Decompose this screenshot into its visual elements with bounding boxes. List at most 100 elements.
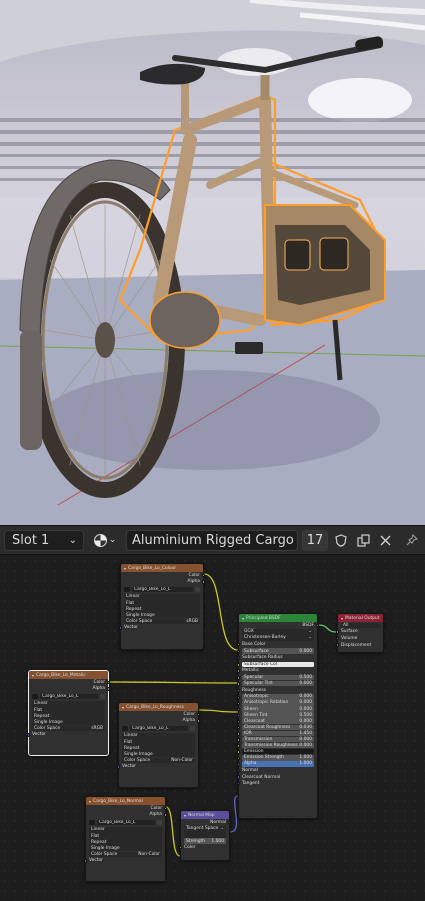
input-socket[interactable] [237,695,241,700]
space-dropdown[interactable]: Tangent Space ⌄ [184,826,226,832]
bsdf-input-row[interactable]: Sheen 0.000 [237,706,314,712]
projection-dropdown[interactable]: Flat [124,600,200,606]
image-selector[interactable]: Cargo_Bike_Lo_L [122,725,195,732]
bsdf-input-row[interactable]: Clearcoat 0.000 [237,718,314,724]
input-socket[interactable] [237,669,241,673]
image-texture-node-roughness[interactable]: ▾ Cargo_Bike_Lo_Roughness Color Alpha Ca… [117,702,200,788]
projection-dropdown[interactable]: Flat [89,833,162,839]
output-socket[interactable] [196,719,200,723]
node-header[interactable]: ▾ Normal Map [181,811,229,819]
collapse-arrow-icon[interactable]: ▾ [124,566,126,571]
output-socket[interactable] [163,813,167,817]
image-selector[interactable]: Cargo_Bike_Lo_L [124,586,200,593]
input-socket[interactable] [237,720,241,724]
color-space-dropdown[interactable]: Color Space sRGB [32,725,105,732]
browse-material-button[interactable]: ⌄ [88,529,122,551]
image-selector[interactable]: Cargo_Bike_Lo_L [32,693,105,700]
interpolation-dropdown[interactable]: Linear [122,733,195,739]
folder-icon[interactable] [157,819,162,826]
input-socket[interactable] [336,636,340,641]
input-socket[interactable] [237,713,241,718]
collapse-arrow-icon[interactable]: ▾ [242,616,244,621]
bsdf-input-row[interactable]: Subsurface 0.000 [237,648,314,654]
target-dropdown[interactable]: All [341,622,380,629]
bsdf-input-row[interactable]: Clearcoat Roughness 0.030 [237,724,314,731]
collapse-arrow-icon[interactable]: ▾ [122,705,124,710]
input-socket[interactable] [237,663,241,667]
input-socket[interactable] [179,845,183,850]
node-header[interactable]: ▾ Principled BSDF [239,614,317,622]
image-texture-node-metalic[interactable]: ▾ Cargo_Bike_Lo_Metalic Color Alpha Carg… [27,670,110,756]
bsdf-input-row[interactable]: Emission Strength 1.000 [237,754,314,761]
output-socket[interactable] [163,806,167,810]
input-socket[interactable] [237,738,241,742]
principled-bsdf-node[interactable]: ▾ Principled BSDF BSDF GGX ⌄ Christensen-… [237,613,319,819]
collapse-arrow-icon[interactable]: ▾ [89,799,91,804]
input-socket[interactable] [237,775,241,779]
color-space-dropdown[interactable]: Color Space Non-Color [122,757,195,764]
input-socket[interactable] [237,682,241,686]
bsdf-input-row[interactable]: Clearcoat Normal [237,774,317,781]
output-socket[interactable] [315,623,319,627]
input-socket[interactable] [237,642,241,647]
image-texture-node-normal[interactable]: ▾ Cargo_Bike_Lo_Normal Color Alpha Cargo… [84,796,167,882]
output-socket[interactable] [106,680,110,684]
duplicate-material-button[interactable] [354,530,372,551]
bsdf-input-row[interactable]: Transmission Roughness 0.000 [237,742,314,749]
pin-button[interactable] [403,530,421,551]
collapse-arrow-icon[interactable]: ▾ [184,813,186,818]
bsdf-input-row[interactable]: Tangent [237,780,317,787]
output-socket[interactable] [201,573,205,577]
bsdf-input-row[interactable]: Metallic [237,668,317,675]
subsurface-method-dropdown[interactable]: Christensen-Burley ⌄ [242,635,314,641]
input-socket[interactable] [237,726,241,730]
material-output-node[interactable]: ▾ Material Output All Surface Volume Dis… [336,613,384,653]
projection-dropdown[interactable]: Flat [32,707,105,713]
strength-field[interactable]: Strength 1.000 [184,838,226,844]
shader-node-editor[interactable]: ▾ Cargo_Bike_Lo_Colour Color Alpha Cargo… [0,556,425,901]
color-space-dropdown[interactable]: Color Space sRGB [124,618,200,625]
input-socket[interactable] [237,781,241,786]
bsdf-input-row[interactable]: Emission [237,748,314,755]
input-socket[interactable] [237,707,241,712]
node-header[interactable]: ▾ Cargo_Bike_Lo_Normal [86,797,165,805]
extension-dropdown[interactable]: Repeat [122,745,195,751]
bsdf-input-row[interactable]: Anisotropic Rotation 0.000 [237,700,314,706]
input-socket[interactable] [336,643,340,647]
source-dropdown[interactable]: Single Image [32,719,105,726]
extension-dropdown[interactable]: Repeat [32,713,105,719]
bsdf-input-row[interactable]: Roughness [237,687,317,694]
user-count-button[interactable]: 17 [302,529,328,551]
input-socket[interactable] [237,701,241,706]
slot-dropdown[interactable]: Slot 1 ⌄ [4,529,84,551]
bsdf-input-row[interactable]: Transmission 0.000 [237,736,314,743]
material-name-field[interactable]: Aluminium Rigged Cargo Bike [126,529,298,551]
image-selector[interactable]: Cargo_Bike_Lo_L [89,819,162,826]
bsdf-input-row[interactable]: Base Color [237,641,317,648]
interpolation-dropdown[interactable]: Linear [124,594,200,600]
input-socket[interactable] [237,762,241,767]
input-socket[interactable] [84,859,88,863]
input-socket[interactable] [336,630,340,634]
node-header[interactable]: ▾ Cargo_Bike_Lo_Roughness [119,703,198,711]
source-dropdown[interactable]: Single Image [124,612,200,619]
bsdf-input-row[interactable]: Anisotropic 0.000 [237,694,314,700]
node-header[interactable]: ▾ Material Output [338,614,383,622]
input-socket[interactable] [237,732,241,736]
input-socket[interactable] [237,676,241,680]
extension-dropdown[interactable]: Repeat [89,839,162,845]
collapse-arrow-icon[interactable]: ▾ [32,673,34,678]
output-socket[interactable] [227,820,231,824]
input-socket[interactable] [117,765,121,769]
bsdf-input-row[interactable]: Sheen Tint 0.500 [237,712,314,718]
bsdf-input-row[interactable]: Subsurface Col [237,661,314,668]
3d-viewport[interactable] [0,0,425,525]
folder-icon[interactable] [100,693,105,700]
color-space-dropdown[interactable]: Color Space Non-Color [89,851,162,858]
input-socket[interactable] [237,649,241,654]
input-socket[interactable] [119,626,123,630]
input-socket[interactable] [237,656,241,660]
bsdf-input-row[interactable]: IOR 1.450 [237,730,314,737]
collapse-arrow-icon[interactable]: ▾ [341,616,343,621]
interpolation-dropdown[interactable]: Linear [32,701,105,707]
